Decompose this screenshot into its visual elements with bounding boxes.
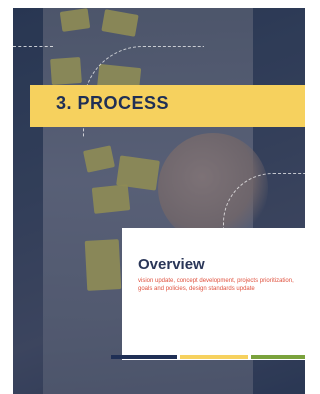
overview-card bbox=[122, 228, 305, 360]
color-stripe-yellow bbox=[180, 355, 248, 359]
section-title: 3. PROCESS bbox=[56, 93, 170, 113]
color-stripe-navy bbox=[111, 355, 177, 359]
dashed-divider bbox=[13, 46, 53, 47]
overview-heading: Overview bbox=[138, 256, 205, 273]
color-stripe-green bbox=[251, 355, 305, 359]
overview-description: vision update, concept development, proj… bbox=[138, 278, 294, 292]
